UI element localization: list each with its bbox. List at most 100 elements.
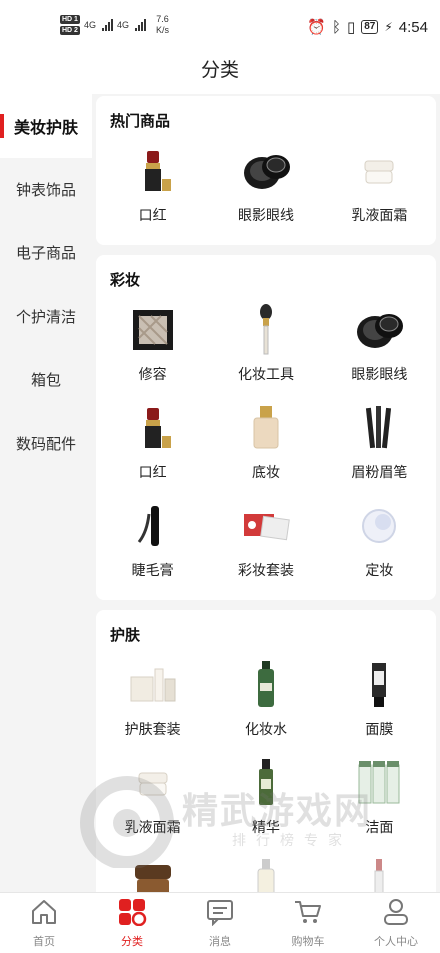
category-item-label: 化妆水 (244, 721, 287, 737)
category-item-label: 乳液面霜 (351, 207, 408, 223)
category-item[interactable]: 眼影眼线 (209, 139, 322, 237)
tab-message[interactable]: 消息 (176, 893, 264, 953)
category-item[interactable]: 睫毛膏 (96, 494, 209, 592)
tab-label: 首页 (33, 935, 55, 948)
section-title: 护肤 (110, 627, 141, 644)
category-item[interactable]: 化妆水 (209, 653, 322, 751)
category-item[interactable]: 彩妆套装 (209, 494, 322, 592)
user-icon (381, 898, 411, 931)
cart-icon (293, 898, 323, 931)
powder-puff-icon (351, 500, 407, 552)
cream-jar-icon (351, 145, 407, 197)
charging-icon: ⚡ (384, 20, 393, 34)
sidebar-item[interactable]: 美妆护肤 (0, 94, 92, 158)
sidebar-item-label: 电子商品 (15, 245, 76, 263)
category-section: 热门商品 口红 眼影眼线 乳液面霜 (96, 96, 436, 245)
category-item[interactable]: 口红 (96, 396, 209, 494)
night-cream-jar-icon (125, 855, 181, 892)
category-item[interactable]: 面膜 (323, 653, 436, 751)
category-item[interactable] (209, 849, 322, 892)
tab-category[interactable]: 分类 (88, 893, 176, 953)
category-item-label: 睫毛膏 (131, 562, 174, 578)
bottom-tab-bar: 首页 分类 消息 购物车 个人中心 (0, 892, 440, 953)
foundation-bottle-icon (238, 402, 294, 454)
mascara-icon (125, 500, 181, 552)
sidebar-item-label: 美妆护肤 (13, 119, 78, 137)
sidebar-item-label: 个护清洁 (15, 308, 76, 326)
bluetooth-icon: ᛒ (331, 18, 341, 36)
sidebar-item[interactable]: 钟表饰品 (0, 157, 92, 221)
makeup-brush-icon (238, 304, 294, 356)
category-item-label: 护肤套装 (124, 721, 181, 737)
category-item[interactable]: 乳液面霜 (323, 139, 436, 237)
oil-bottle-icon (238, 855, 294, 892)
cream-jar-icon (125, 757, 181, 809)
battery-level: 87 (361, 20, 379, 34)
category-sidebar: 美妆护肤钟表饰品电子商品个护清洁箱包数码配件 (0, 94, 92, 475)
tab-home[interactable]: 首页 (0, 893, 88, 953)
hd1-badge: HD 1 (60, 15, 80, 24)
network-type-1: 4G (83, 20, 96, 30)
tab-label: 分类 (121, 935, 143, 948)
sidebar-item[interactable]: 箱包 (0, 348, 92, 412)
category-item-label: 彩妆套装 (237, 562, 294, 578)
mask-tube-icon (351, 659, 407, 711)
category-item[interactable]: 定妆 (323, 494, 436, 592)
signal-1-icon (101, 19, 113, 31)
tab-label: 消息 (209, 935, 231, 948)
category-item[interactable]: 精华 (209, 751, 322, 849)
category-item-label: 底妆 (251, 464, 280, 480)
category-item-label: 眼影眼线 (237, 207, 294, 223)
tab-user[interactable]: 个人中心 (352, 893, 440, 953)
category-item[interactable]: 护肤套装 (96, 653, 209, 751)
message-icon (205, 898, 235, 931)
sidebar-item-label: 钟表饰品 (15, 181, 76, 199)
sidebar-item[interactable]: 数码配件 (0, 411, 92, 475)
clock: 4:54 (398, 18, 428, 36)
page-title: 分类 (200, 60, 239, 81)
category-item[interactable]: 洁面 (323, 751, 436, 849)
lipstick-icon (125, 145, 181, 197)
signal-2-icon (134, 19, 146, 31)
category-icon (117, 898, 147, 931)
makeup-set-icon (238, 500, 294, 552)
category-item-label: 精华 (251, 819, 280, 835)
home-icon (29, 898, 59, 931)
category-item[interactable]: 化妆工具 (209, 298, 322, 396)
category-item[interactable]: 乳液面霜 (96, 751, 209, 849)
category-item[interactable]: 口红 (96, 139, 209, 237)
page-header: 分类 (0, 52, 440, 94)
slim-tube-icon (351, 855, 407, 892)
sidebar-item[interactable]: 电子商品 (0, 221, 92, 285)
network-type-2: 4G (116, 20, 129, 30)
brow-pencils-icon (351, 402, 407, 454)
sidebar-item-label: 数码配件 (15, 435, 76, 453)
category-item[interactable]: 眼影眼线 (323, 298, 436, 396)
category-content[interactable]: 热门商品 口红 眼影眼线 乳液面霜 彩妆 修容 化妆工具 眼影眼线 口红 底妆 眉粉眉笔 睫毛膏 彩妆套… (96, 96, 436, 892)
lipstick-icon (125, 402, 181, 454)
category-item[interactable] (96, 849, 209, 892)
eyeshadow-jar-icon (238, 145, 294, 197)
tab-cart[interactable]: 购物车 (264, 893, 352, 953)
eyeshadow-jar-icon (351, 304, 407, 356)
category-item[interactable]: 修容 (96, 298, 209, 396)
serum-bottle-icon (238, 757, 294, 809)
category-item[interactable]: 底妆 (209, 396, 322, 494)
skincare-set-icon (125, 659, 181, 711)
vibrate-icon: ▯ (346, 19, 356, 36)
tab-label: 购物车 (291, 935, 325, 948)
category-item-label: 眉粉眉笔 (351, 464, 408, 480)
network-speed-value: 7.6 (156, 14, 169, 24)
category-item-label: 定妆 (365, 562, 394, 578)
category-item-label: 化妆工具 (237, 366, 294, 382)
toner-bottle-icon (238, 659, 294, 711)
cleanser-bottles-icon (351, 757, 407, 809)
category-item[interactable] (323, 849, 436, 892)
section-title: 彩妆 (110, 272, 141, 289)
sidebar-item-label: 箱包 (30, 372, 61, 390)
category-item[interactable]: 眉粉眉笔 (323, 396, 436, 494)
hd2-badge: HD 2 (60, 26, 80, 35)
category-item-label: 乳液面霜 (124, 819, 181, 835)
category-section: 彩妆修容 化妆工具 眼影眼线口红 底妆 眉粉眉笔睫毛膏 彩妆套装 定妆 (96, 255, 436, 600)
sidebar-item[interactable]: 个护清洁 (0, 284, 92, 348)
